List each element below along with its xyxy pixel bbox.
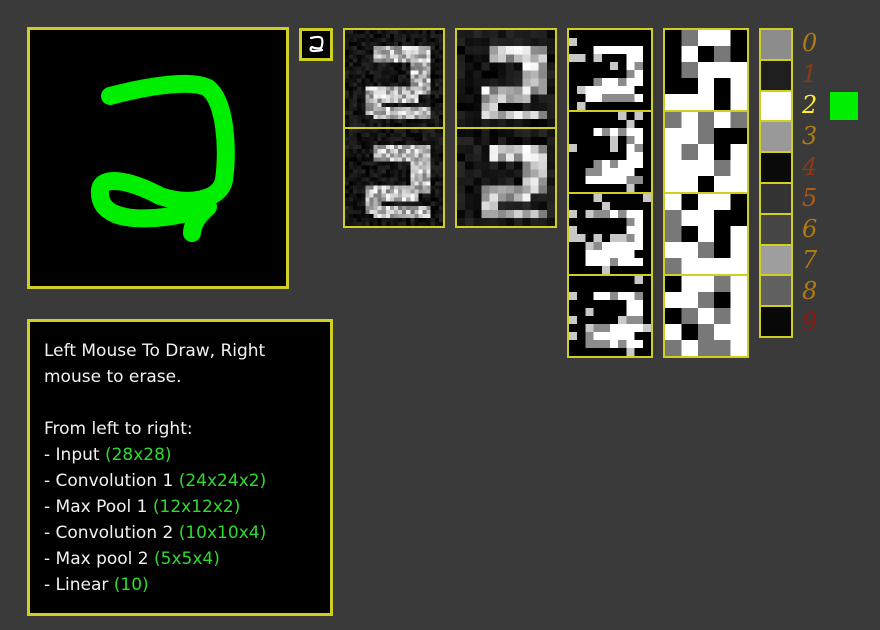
conv1-feature-maps [343, 28, 445, 228]
instruction-intro: From left to right: [44, 419, 193, 439]
linear-output-activations [759, 28, 793, 338]
output-activation-cell [761, 183, 791, 213]
output-activation-cell [761, 307, 791, 336]
drawn-digit-stroke [91, 74, 235, 242]
pool2-map [665, 112, 747, 192]
layer-item: - Input (28x28) [44, 442, 316, 468]
instructions-panel: Left Mouse To Draw, Right mouse to erase… [27, 319, 333, 616]
output-digit-label: 0 [802, 29, 818, 57]
layer-size: (28x28) [104, 445, 172, 465]
output-digit-label: 8 [802, 277, 818, 305]
output-digit-label: 4 [802, 153, 818, 181]
output-digit-label: 2 [802, 91, 818, 119]
layer-item: - Linear (10) [44, 572, 316, 598]
layer-item: - Convolution 2 (10x10x4) [44, 520, 316, 546]
layer-name: - Max pool 2 [44, 549, 155, 569]
output-digit-label: 1 [802, 60, 818, 88]
pool2-map [665, 194, 747, 274]
layer-list: - Input (28x28) - Convolution 1 (24x24x2)… [44, 442, 316, 598]
layer-size: (10) [113, 575, 149, 595]
layer-name: - Convolution 1 [44, 471, 179, 491]
output-digit-label: 5 [802, 184, 818, 212]
output-activation-cell [761, 153, 791, 182]
pool1-map [457, 30, 555, 127]
output-digit-label: 7 [802, 246, 818, 274]
layer-size: (10x10x4) [178, 523, 267, 543]
input-thumbnail [299, 28, 333, 61]
output-activation-cell [761, 122, 791, 152]
pool1-map [457, 129, 555, 226]
output-activation-cell [761, 91, 791, 121]
pool2-map [665, 276, 747, 356]
conv2-map [569, 112, 651, 192]
layer-name: - Linear [44, 575, 114, 595]
output-digit-label: 6 [802, 215, 818, 243]
output-activation-cell [761, 245, 791, 275]
output-activation-cell [761, 60, 791, 90]
output-activation-cell [761, 276, 791, 306]
layer-size: (24x24x2) [178, 471, 267, 491]
layer-name: - Convolution 2 [44, 523, 179, 543]
layer-item: - Max pool 2 (5x5x4) [44, 546, 316, 572]
conv1-map [345, 129, 443, 226]
layer-size: (12x12x2) [152, 497, 241, 517]
conv2-map [569, 276, 651, 356]
conv2-map [569, 194, 651, 274]
input-thumbnail-digit [309, 35, 324, 53]
conv1-map [345, 30, 443, 127]
output-digit-labels: 0 1 2 3 4 5 6 7 8 9 [800, 28, 828, 338]
pool2-map [665, 30, 747, 110]
pool2-feature-maps [663, 28, 749, 358]
layer-name: - Max Pool 1 [44, 497, 153, 517]
output-digit-label: 3 [802, 122, 818, 150]
layer-item: - Max Pool 1 (12x12x2) [44, 494, 316, 520]
layer-name: - Input [44, 445, 105, 465]
conv2-feature-maps [567, 28, 653, 358]
prediction-marker [830, 92, 858, 120]
conv2-map [569, 30, 651, 110]
output-activation-cell [761, 30, 791, 59]
pool1-feature-maps [455, 28, 557, 228]
instruction-line: Left Mouse To Draw, Right [44, 341, 266, 361]
layer-item: - Convolution 1 (24x24x2) [44, 468, 316, 494]
output-activation-cell [761, 214, 791, 244]
output-digit-label: 9 [802, 308, 818, 336]
instruction-line: mouse to erase. [44, 367, 182, 387]
layer-size: (5x5x4) [154, 549, 220, 569]
drawing-canvas[interactable] [27, 27, 289, 289]
